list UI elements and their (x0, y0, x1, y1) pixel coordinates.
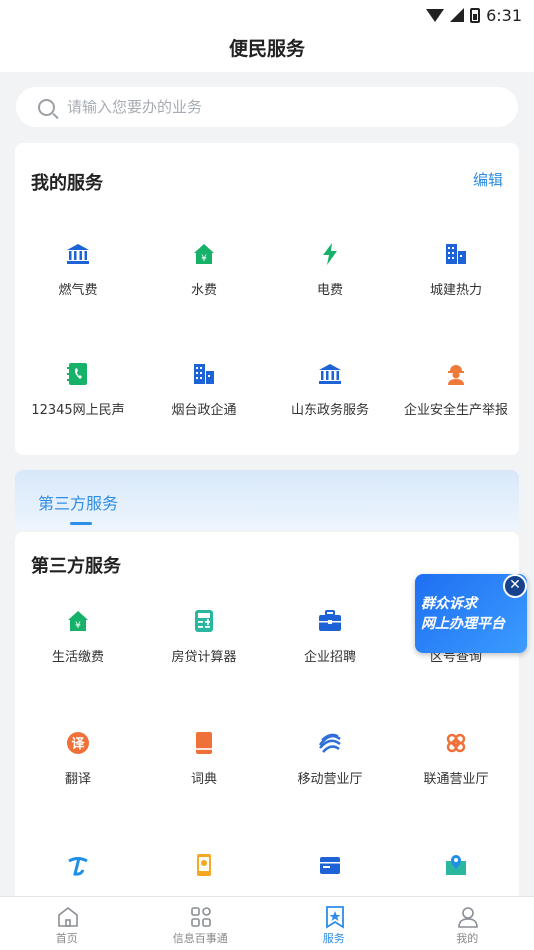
buildings-icon (443, 241, 469, 267)
house-yuan-icon: ¥ (65, 608, 91, 634)
grid-icon (189, 905, 212, 927)
third-party-service-item-label: 翻译 (64, 772, 91, 787)
third-party-service-item-label: 词典 (190, 772, 217, 787)
third-party-tab-bar: 第三方服务 (15, 470, 519, 530)
my-service-item[interactable]: 山东政务服务 (267, 335, 393, 455)
house-yuan-icon: ¥ (191, 241, 217, 267)
my-service-item-label: 12345网上民声 (31, 403, 125, 418)
bookmark-star-icon (323, 905, 345, 929)
bank-icon (317, 361, 343, 387)
my-service-item-label: 城建热力 (429, 283, 482, 298)
china-mobile-icon (317, 730, 343, 756)
nav-item-user[interactable]: 我的 (401, 897, 534, 950)
third-party-service-item-label: 移动营业厅 (297, 772, 363, 787)
my-service-item[interactable]: 电费 (267, 215, 393, 335)
wifi-icon (426, 8, 445, 22)
search-box[interactable] (16, 87, 518, 127)
third-party-service-item-label: 联通营业厅 (423, 772, 489, 787)
briefcase-icon (317, 608, 343, 634)
nav-item-home[interactable]: 首页 (0, 897, 134, 950)
third-party-title: 第三方服务 (31, 556, 121, 577)
banner-line-2: 网上办理平台 (421, 616, 505, 632)
my-services-grid: 燃气费 ¥ 水费 电费 城建热力 12345网上民声 烟台政企通 山东政务服务 企业安全生产举报 (15, 215, 519, 455)
my-service-item-label: 山东政务服务 (290, 403, 369, 418)
cell-signal-icon (450, 8, 465, 22)
edit-button[interactable]: 编辑 (473, 169, 503, 190)
third-party-service-item[interactable]: 房贷计算器 (141, 582, 267, 704)
battery-icon (470, 7, 481, 23)
bank-icon (65, 241, 91, 267)
worker-icon (443, 361, 469, 387)
phone-book-icon (65, 361, 91, 387)
tab-third-party[interactable]: 第三方服务 (38, 490, 118, 514)
close-icon[interactable]: ✕ (503, 574, 527, 598)
user-icon (456, 905, 479, 928)
my-services-title: 我的服务 (31, 173, 103, 194)
third-party-service-item[interactable] (141, 826, 267, 896)
my-service-item[interactable]: ¥ 水费 (141, 215, 267, 335)
third-party-service-item-label: 企业招聘 (303, 650, 356, 665)
nav-item-label: 我的 (456, 932, 479, 945)
third-party-service-item[interactable] (15, 826, 141, 896)
china-unicom-icon (443, 730, 469, 756)
china-telecom-icon (65, 852, 91, 878)
status-time: 6:31 (486, 5, 522, 25)
box-icon (317, 852, 343, 878)
my-service-item-label: 企业安全生产举报 (403, 403, 508, 418)
my-service-item[interactable]: 燃气费 (15, 215, 141, 335)
third-party-service-item[interactable]: 联通营业厅 (393, 704, 519, 826)
my-service-item-label: 烟台政企通 (171, 403, 237, 418)
nav-item-grid[interactable]: 信息百事通 (134, 897, 268, 950)
nav-item-label: 信息百事通 (172, 932, 228, 945)
my-service-item[interactable]: 12345网上民声 (15, 335, 141, 455)
search-input[interactable] (67, 98, 467, 116)
page-title: 便民服务 (0, 30, 534, 72)
third-party-service-item[interactable] (393, 826, 519, 896)
third-party-service-item[interactable]: 企业招聘 (267, 582, 393, 704)
third-party-service-item[interactable]: ¥ 生活缴费 (15, 582, 141, 704)
svg-text:¥: ¥ (75, 621, 81, 631)
status-bar: 6:31 (0, 0, 534, 30)
svg-text:译: 译 (71, 737, 85, 752)
calculator-icon (191, 608, 217, 634)
lightning-icon (317, 241, 343, 267)
translate-icon: 译 (65, 730, 91, 756)
my-service-item[interactable]: 城建热力 (393, 215, 519, 335)
phone-location-icon (191, 852, 217, 878)
third-party-service-item-label: 生活缴费 (51, 650, 104, 665)
search-icon (38, 98, 55, 116)
tab-indicator (70, 522, 92, 525)
home-icon (56, 905, 78, 927)
third-party-service-item[interactable] (267, 826, 393, 896)
nav-item-bookmark-star[interactable]: 服务 (267, 897, 401, 950)
my-service-item[interactable]: 企业安全生产举报 (393, 335, 519, 455)
my-service-item[interactable]: 烟台政企通 (141, 335, 267, 455)
my-service-item-label: 电费 (316, 283, 343, 298)
my-service-item-label: 燃气费 (58, 283, 98, 298)
search-bar (0, 72, 534, 134)
third-party-service-item-label: 房贷计算器 (171, 650, 237, 665)
nav-item-label: 首页 (55, 932, 78, 945)
buildings-icon (191, 361, 217, 387)
map-pin-icon (443, 852, 469, 878)
third-party-service-item[interactable]: 译翻译 (15, 704, 141, 826)
third-party-service-item[interactable]: 词典 (141, 704, 267, 826)
third-party-service-item[interactable]: 移动营业厅 (267, 704, 393, 826)
my-services-card: 我的服务 编辑 燃气费 ¥ 水费 电费 城建热力 12345网上民声 烟台政企通 山东政务服务… (15, 143, 519, 455)
my-service-item-label: 水费 (190, 283, 217, 298)
book-icon (191, 730, 217, 756)
nav-item-label: 服务 (322, 932, 345, 945)
svg-text:¥: ¥ (201, 254, 207, 264)
bottom-nav: 首页 信息百事通 服务 我的 (0, 896, 534, 950)
